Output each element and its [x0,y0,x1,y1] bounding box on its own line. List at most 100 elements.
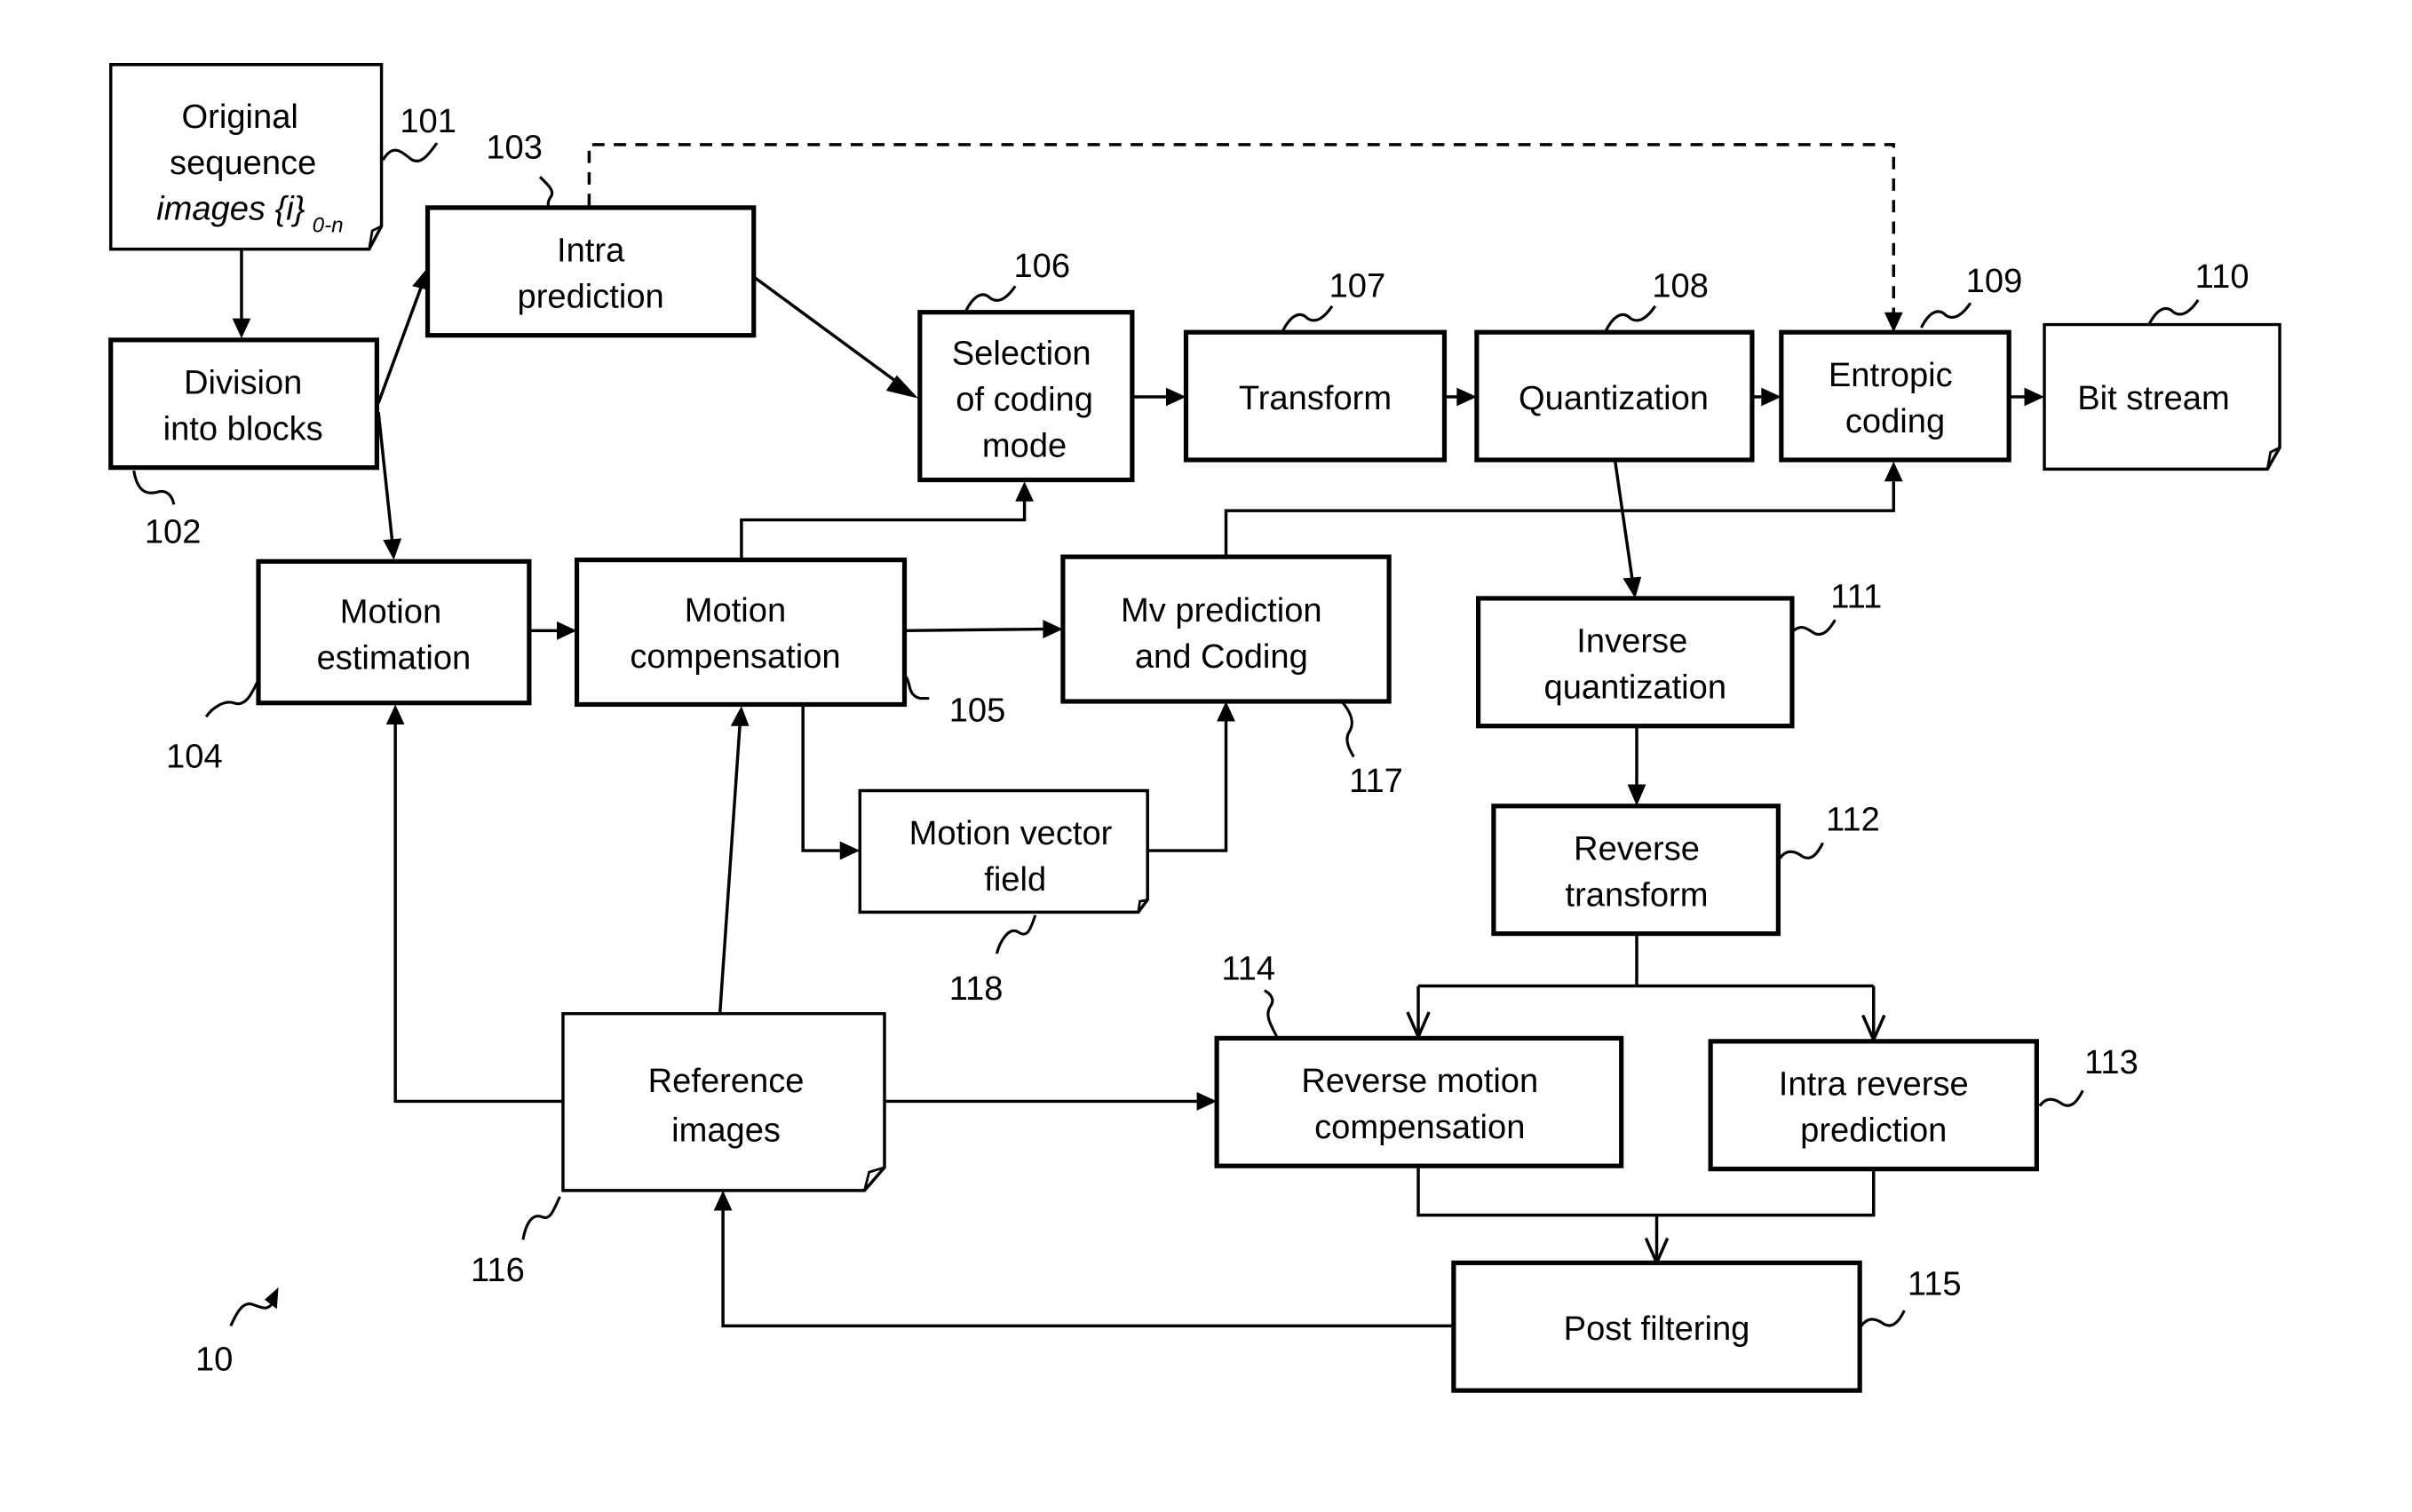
arrowhead [730,706,750,726]
block-motion-vector-field: Motion vector field [858,788,1149,914]
block-rect [1214,1035,1624,1168]
arrow-merge-to-post-filtering [1416,1167,1876,1260]
ref-number-114: 114 [1221,951,1275,988]
block-label: Intra [557,233,625,270]
block-label: prediction [1800,1112,1947,1149]
block-rect [256,558,532,706]
block-rect [108,337,379,471]
block-label: Reverse [1574,830,1700,867]
block-rect [1475,596,1795,729]
arrow-mv-field-to-mv-prediction [1147,721,1228,852]
block-label: prediction [518,278,664,315]
block-label: Intra reverse [1779,1066,1969,1104]
block-rect [1708,1039,2039,1172]
block-label: Motion [685,592,786,629]
block-label: into blocks [163,410,323,447]
block-label: quantization [1544,669,1727,707]
block-division-into-blocks: Division into blocks [108,337,379,471]
block-label: Bit stream [2077,380,2230,417]
block-label: transform [1566,876,1709,914]
block-rect [424,205,757,338]
ref-number-112: 112 [1826,802,1880,839]
block-label: Inverse [1576,623,1687,661]
block-label-italic: images {i} [156,191,305,228]
arrowhead [1015,481,1034,502]
block-motion-compensation: Motion compensation [574,558,908,708]
leader-line [521,1196,561,1240]
block-selection-coding-mode: Selection of coding mode [917,310,1135,483]
block-label: mode [982,428,1067,465]
arrow-quantization-to-inverse-quantization [1614,461,1634,579]
block-label: Reverse motion [1301,1063,1538,1100]
arrow-post-filtering-to-reference [721,1208,1454,1328]
block-label: Motion vector [909,815,1113,852]
arrowhead [2024,387,2045,407]
block-reference-images: Reference images [561,1011,886,1192]
document-shape [561,1011,886,1192]
ref-number-118: 118 [949,970,1004,1008]
block-quantization: Quantization [1474,329,1755,463]
block-label: Selection [952,336,1091,373]
figure-pointer-line [229,1300,275,1327]
ref-number-107: 107 [1329,267,1386,305]
block-reverse-transform: Reverse transform [1491,803,1781,937]
block-label: field [984,861,1046,898]
arrowhead [385,704,405,724]
arrow-division-to-motion-estimation [377,412,394,542]
ref-number-115: 115 [1908,1266,1962,1303]
ref-number-106: 106 [1013,248,1070,285]
arrowhead [232,318,251,339]
block-motion-estimation: Motion estimation [256,558,532,706]
arrow-compensation-to-mv-prediction [904,627,1043,633]
ref-number-105: 105 [949,693,1006,730]
ref-number-116: 116 [471,1252,525,1289]
block-rect [574,558,908,708]
ref-number-101: 101 [400,103,456,140]
ref-number-117: 117 [1349,763,1403,800]
leader-line [1860,1310,1906,1327]
block-rect [1491,803,1781,937]
ref-number-103: 103 [486,129,543,166]
arrowhead [383,538,402,560]
arrow-division-to-intra [377,285,424,404]
block-intra-reverse-prediction: Intra reverse prediction [1708,1039,2039,1172]
block-reverse-motion-compensation: Reverse motion compensation [1214,1035,1624,1168]
block-label: sequence [170,145,316,182]
leader-line [538,176,554,210]
arrowhead [1884,461,1903,482]
arrow-compensation-to-selection [740,500,1027,560]
block-original-sequence: Original sequence images {i} 0-n [108,63,384,251]
leader-line [2147,298,2200,326]
block-label: Mv prediction [1121,592,1322,629]
block-transform: Transform [1183,329,1448,463]
block-bit-stream: Bit stream [2043,322,2281,471]
ref-number-111: 111 [1830,578,1882,615]
arrowhead [1217,701,1235,722]
arrowhead [1627,784,1646,806]
arrow-intra-to-selection [752,275,906,389]
arrowhead [713,1190,733,1211]
ref-number-102: 102 [145,514,202,551]
leader-line [2038,1089,2084,1107]
arrowhead [1456,387,1477,407]
subscript-label: 0-n [313,214,344,238]
arrow-reference-to-motion-estimation [393,723,563,1104]
leader-line [204,679,260,718]
block-entropic-coding: Entropic coding [1779,329,2011,463]
arrowhead [1165,387,1186,407]
block-label: Original [182,99,298,136]
block-label: coding [1845,403,1945,440]
arrowhead [1196,1092,1218,1111]
block-label: Motion [340,594,441,631]
block-label: Reference [648,1063,805,1100]
leader-line [1264,989,1279,1038]
leader-line [964,285,1017,312]
arrowhead [839,841,861,860]
arrowhead [1623,576,1642,598]
leader-line [1281,305,1334,332]
arrow-compensation-to-mv-field [801,704,840,852]
block-label: Division [184,365,302,402]
ref-number-104: 104 [166,738,223,775]
arrowhead [557,621,577,640]
block-label: Post filtering [1564,1310,1750,1348]
